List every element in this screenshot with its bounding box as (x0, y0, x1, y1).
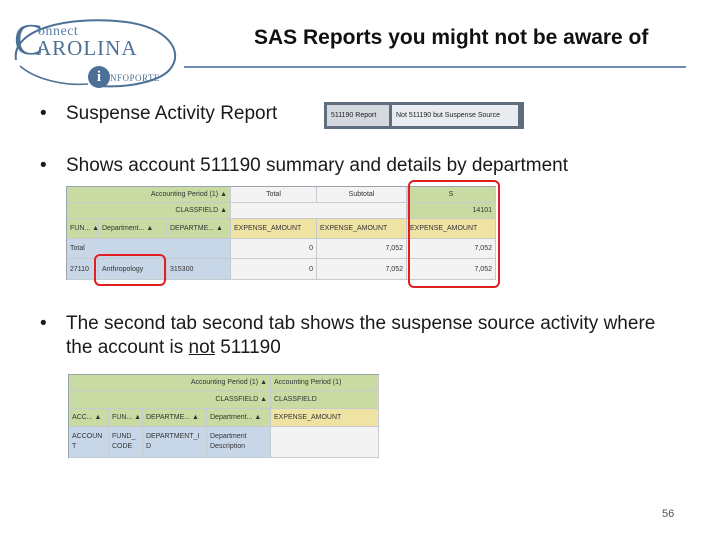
bullet-dot-icon: • (40, 313, 47, 334)
period-value-2: Accounting Period (1) (271, 375, 379, 391)
classfield-value-2: CLASSFIELD (271, 391, 379, 409)
report-tabs: 511190 Report Not 511190 but Suspense So… (324, 102, 524, 129)
bullet-1-text: Suspense Activity Report (66, 103, 278, 124)
deptid-col-header[interactable]: DEPARTME... ▲ (167, 219, 231, 239)
fund-col-header[interactable]: FUN... ▲ (67, 219, 99, 239)
report-table-not-511190: Accounting Period (1) ▲ Accounting Perio… (68, 374, 379, 458)
bullet-3-text-pre: The second tab second tab shows the susp… (66, 313, 656, 358)
period-header-2: Accounting Period (1) ▲ (69, 375, 271, 391)
account-cell: ACCOUNT (69, 427, 109, 458)
bullet-3: • The second tab second tab shows the su… (40, 312, 686, 360)
bullet-dot-icon: • (40, 103, 47, 124)
expense-col-header-2: EXPENSE_AMOUNT (317, 219, 407, 239)
info-icon: i (88, 66, 110, 88)
bullet-3-text-post: 511190 (214, 336, 281, 358)
classfield-header-2: CLASSFIELD ▲ (69, 391, 271, 409)
fund-col-header-2[interactable]: FUN... ▲ (109, 409, 143, 427)
classfield-header: CLASSFIELD ▲ (67, 203, 231, 219)
detail-row-v2: 7,052 (317, 259, 407, 280)
logo-carolina-text: AROLINA (36, 36, 138, 60)
deptid-col-header-2[interactable]: DEPARTME... ▲ (143, 409, 207, 427)
deptid-cell: 315300 (167, 259, 231, 280)
bullet-1: • Suspense Activity Report (40, 102, 278, 126)
bullet-2: • Shows account 511190 summary and detai… (40, 154, 569, 178)
department-col-header-2[interactable]: Department... ▲ (207, 409, 271, 427)
highlight-expense-column (408, 180, 500, 288)
subtotal-header: Subtotal (317, 187, 407, 203)
expense-blank-cell (271, 427, 379, 458)
detail-row-v1: 0 (231, 259, 317, 280)
tab-511190-report[interactable]: 511190 Report (327, 105, 389, 126)
bullet-dot-icon: • (40, 155, 47, 176)
slide-title: SAS Reports you might not be aware of (254, 26, 649, 49)
department-description-cell: Department Description (207, 427, 271, 458)
department-id-cell: DEPARTMENT_ID (143, 427, 207, 458)
total-row-v2: 7,052 (317, 239, 407, 259)
total-row-v1: 0 (231, 239, 317, 259)
highlight-department (94, 254, 166, 286)
tab-not-511190[interactable]: Not 511190 but Suspense Source (392, 105, 518, 126)
expense-col-header-1: EXPENSE_AMOUNT (231, 219, 317, 239)
title-divider (184, 66, 686, 68)
period-header: Accounting Period (1) ▲ (67, 187, 231, 203)
bullet-2-text: Shows account 511190 summary and details… (66, 155, 569, 176)
connect-carolina-logo: C onnect AROLINA i NFOPORTE (6, 10, 181, 92)
department-col-header[interactable]: Department... ▲ (99, 219, 167, 239)
fund-code-cell: FUND_CODE (109, 427, 143, 458)
account-col-header[interactable]: ACC... ▲ (69, 409, 109, 427)
bullet-3-emphasis: not (188, 336, 215, 358)
expense-col-header-2b: EXPENSE_AMOUNT (271, 409, 379, 427)
logo-infoporte-text: NFOPORTE (110, 73, 160, 83)
total-header: Total (231, 187, 317, 203)
classfield-blank (231, 203, 407, 219)
page-number: 56 (662, 508, 675, 520)
